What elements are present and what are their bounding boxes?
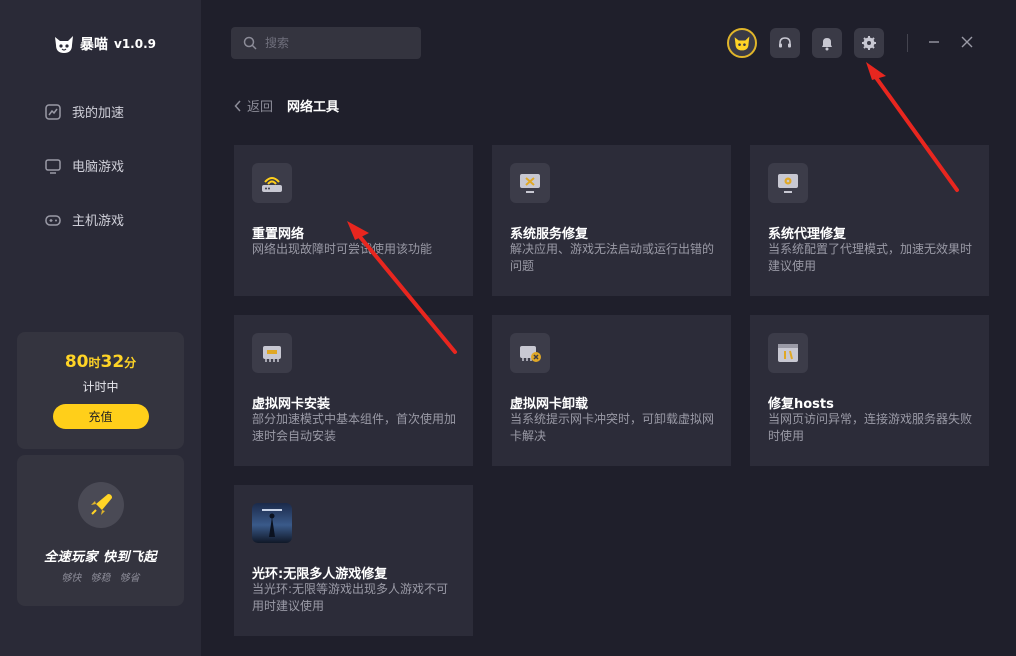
- timer-hours: 80: [64, 352, 89, 372]
- tool-description: 当光环:无限等游戏出现多人游戏不可用时建议使用: [252, 582, 449, 613]
- promo-subtitle: 够快 够稳 够省: [61, 573, 140, 584]
- tool-card-system-proxy-repair[interactable]: 系统代理修复 当系统配置了代理模式，加速无效果时建议使用: [750, 145, 989, 296]
- tool-title: 光环:无限多人游戏修复: [252, 567, 388, 582]
- sidebar-item-label: 电脑游戏: [72, 160, 125, 175]
- sidebar-item-console-games[interactable]: 主机游戏: [44, 210, 124, 229]
- app-name: 暴喵: [80, 37, 108, 53]
- sidebar: 暴喵 v1.0.9 我的加速 电脑游戏 主机游戏 80时32分 计时中 充值 全…: [0, 0, 201, 656]
- sidebar-item-label: 我的加速: [72, 106, 125, 121]
- remaining-time: 80时32分: [17, 352, 184, 372]
- timer-hours-unit: 时: [88, 356, 101, 370]
- monitor-icon: [45, 158, 61, 174]
- repair-monitor-icon: [510, 163, 550, 203]
- timer-status: 计时中: [82, 380, 119, 394]
- hosts-tools-icon: [768, 333, 808, 373]
- rocket-icon: [77, 482, 124, 528]
- toolbar-divider: [907, 34, 908, 52]
- tool-title: 重置网络: [252, 227, 305, 242]
- tool-card-virtual-nic-uninstall[interactable]: 虚拟网卡卸载 当系统提示网卡冲突时，可卸载虚拟网卡解决: [492, 315, 731, 466]
- tool-card-halo-infinite-repair[interactable]: 光环:无限多人游戏修复 当光环:无限等游戏出现多人游戏不可用时建议使用: [234, 485, 473, 636]
- app-version: v1.0.9: [114, 37, 156, 51]
- cat-avatar-icon: [734, 36, 750, 51]
- avatar[interactable]: [727, 28, 757, 58]
- network-card-remove-icon: [510, 333, 550, 373]
- network-card-icon: [252, 333, 292, 373]
- tool-description: 解决应用、游戏无法启动或运行出错的问题: [510, 242, 715, 273]
- customer-service-button[interactable]: [770, 28, 800, 58]
- app-logo: 暴喵 v1.0.9: [52, 33, 156, 55]
- search-box[interactable]: [231, 27, 421, 59]
- search-icon: [243, 36, 257, 50]
- tool-description: 网络出现故障时可尝试使用该功能: [252, 242, 433, 256]
- settings-button[interactable]: [854, 28, 884, 58]
- tool-title: 虚拟网卡安装: [252, 397, 331, 412]
- tool-description: 部分加速模式中基本组件，首次使用加速时会自动安装: [252, 412, 457, 443]
- tool-description: 当系统提示网卡冲突时，可卸载虚拟网卡解决: [510, 412, 715, 443]
- tool-title: 修复hosts: [768, 397, 834, 412]
- close-icon[interactable]: [959, 34, 975, 50]
- timer-card: 80时32分 计时中 充值: [17, 332, 184, 449]
- tool-title: 系统服务修复: [510, 227, 589, 242]
- halo-game-thumbnail: [252, 503, 292, 543]
- tool-card-system-service-repair[interactable]: 系统服务修复 解决应用、游戏无法启动或运行出错的问题: [492, 145, 731, 296]
- back-label: 返回: [247, 100, 274, 115]
- timer-minutes: 32: [100, 352, 125, 372]
- tool-title: 系统代理修复: [768, 227, 847, 242]
- cat-logo-icon: [55, 36, 73, 53]
- sidebar-item-my-boost[interactable]: 我的加速: [44, 102, 124, 121]
- tool-description: 当网页访问异常，连接游戏服务器失败时使用: [768, 412, 973, 443]
- tool-title: 虚拟网卡卸载: [510, 397, 589, 412]
- tool-card-virtual-nic-install[interactable]: 虚拟网卡安装 部分加速模式中基本组件，首次使用加速时会自动安装: [234, 315, 473, 466]
- router-icon: [252, 163, 292, 203]
- tool-description: 当系统配置了代理模式，加速无效果时建议使用: [768, 242, 973, 273]
- bell-icon: [822, 38, 832, 51]
- tool-card-reset-network[interactable]: 重置网络 网络出现故障时可尝试使用该功能: [234, 145, 473, 296]
- recharge-button[interactable]: 充值: [52, 404, 149, 429]
- headset-icon: [779, 37, 791, 48]
- breadcrumb: 返回 网络工具: [234, 96, 339, 115]
- search-input[interactable]: [265, 36, 405, 50]
- tool-card-repair-hosts[interactable]: 修复hosts 当网页访问异常，连接游戏服务器失败时使用: [750, 315, 989, 466]
- gamepad-icon: [45, 214, 61, 226]
- back-link[interactable]: 返回: [234, 96, 273, 115]
- promo-card[interactable]: 全速玩家 快到飞起 够快 够稳 够省: [17, 455, 184, 606]
- gear-icon: [862, 36, 876, 50]
- sidebar-item-pc-games[interactable]: 电脑游戏: [44, 156, 124, 175]
- page-title: 网络工具: [287, 100, 340, 115]
- chevron-left-icon: [234, 99, 241, 112]
- promo-title: 全速玩家 快到飞起: [43, 550, 158, 565]
- minimize-icon[interactable]: [926, 34, 942, 50]
- notifications-button[interactable]: [812, 28, 842, 58]
- sidebar-item-label: 主机游戏: [72, 214, 125, 229]
- speed-chart-icon: [45, 103, 61, 120]
- timer-minutes-unit: 分: [124, 356, 137, 370]
- proxy-gear-icon: [768, 163, 808, 203]
